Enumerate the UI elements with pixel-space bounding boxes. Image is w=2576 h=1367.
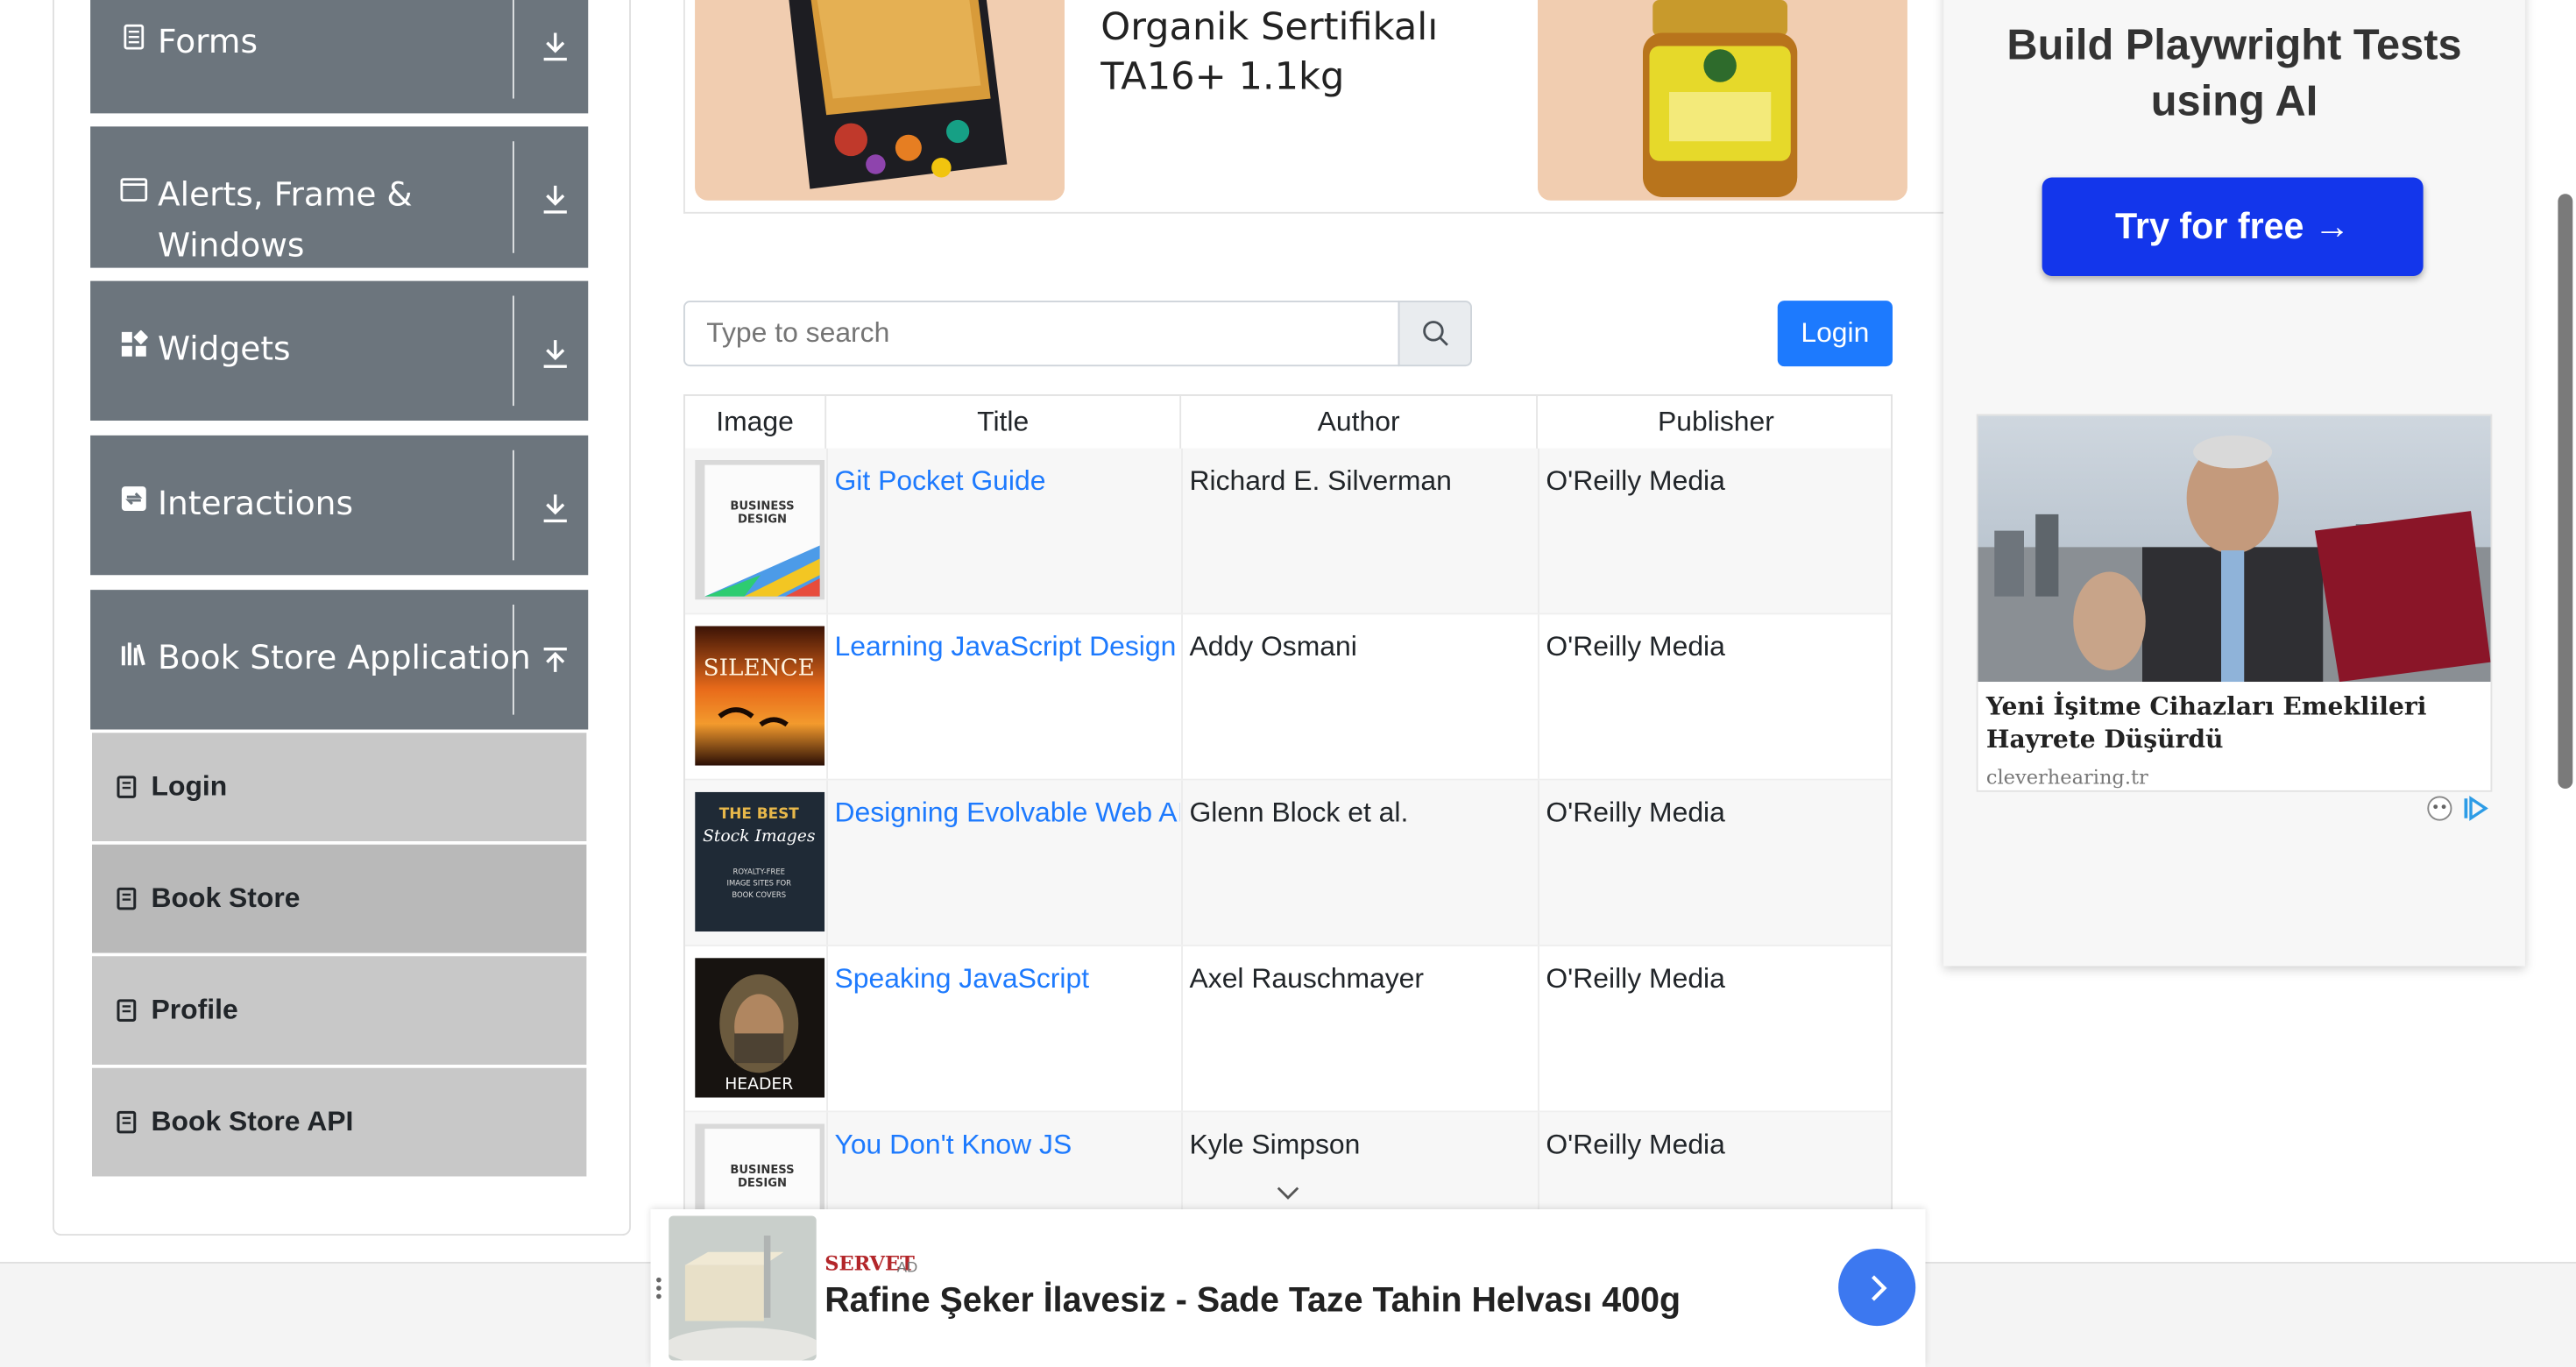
book-icon <box>117 999 137 1022</box>
download-arrow-icon <box>543 340 567 368</box>
book-title-link[interactable]: Git Pocket Guide <box>835 465 1180 499</box>
product-image-honeycomb[interactable] <box>695 0 1065 201</box>
sidebar-group-widgets[interactable]: Widgets <box>90 280 589 421</box>
svg-text:HEADER: HEADER <box>725 1075 793 1094</box>
book-title-link[interactable]: Learning JavaScript Design Patterns <box>835 631 1180 664</box>
sidebar-item-book-store[interactable]: Book Store <box>92 844 587 953</box>
download-arrow-icon <box>543 494 567 523</box>
svg-text:BOOK COVERS: BOOK COVERS <box>732 890 786 899</box>
window-icon <box>120 178 148 202</box>
book-title-link[interactable]: You Don't Know JS <box>835 1129 1180 1162</box>
library-icon <box>121 642 145 666</box>
ad-title[interactable]: Build Playwright Tests using AI <box>1971 17 2497 129</box>
ad-privacy-icon[interactable] <box>2425 794 2455 824</box>
svg-text:BUSINESS: BUSINESS <box>730 499 794 513</box>
book-icon <box>117 887 137 910</box>
sidebar-item-book-store-api[interactable]: Book Store API <box>92 1067 587 1177</box>
login-button[interactable]: Login <box>1777 301 1893 367</box>
column-header-author[interactable]: Author <box>1181 395 1538 449</box>
try-for-free-button[interactable]: Try for free → <box>2042 177 2424 276</box>
sidebar-item-label: Book Store API <box>151 1105 354 1137</box>
svg-text:BUSINESS: BUSINESS <box>730 1164 794 1177</box>
svg-text:ROYALTY-FREE: ROYALTY-FREE <box>733 868 785 876</box>
sidebar-group-forms[interactable]: Forms <box>90 0 589 114</box>
table-row: HEADER Speaking JavaScript Axel Rauschma… <box>684 946 1892 1113</box>
sidebar-item-label: Login <box>151 770 228 802</box>
ad-menu-icon[interactable] <box>654 1275 663 1301</box>
book-cover-image: BUSINESS DESIGN <box>695 460 825 600</box>
adchoices-icon[interactable] <box>2461 794 2491 824</box>
table-row: SILENCE Learning JavaScript Design Patte… <box>684 614 1892 781</box>
book-author: Richard E. Silverman <box>1189 464 1452 497</box>
product-image-honey-jar[interactable] <box>1538 0 1907 201</box>
sidebar-group-label: Widgets <box>158 329 291 368</box>
column-header-publisher[interactable]: Publisher <box>1538 396 1891 449</box>
svg-text:DESIGN: DESIGN <box>738 513 787 526</box>
sidebar-group-alerts[interactable]: Alerts, Frame & Windows <box>90 126 589 268</box>
book-icon <box>117 776 137 798</box>
ad-headline[interactable]: Yeni İşitme Cihazları Emeklileri Hayrete… <box>1986 691 2480 756</box>
product-title-line1: Organik Sertifikalı <box>1100 6 1439 50</box>
sidebar-group-label: Book Store Application <box>158 637 531 677</box>
chevron-down-icon[interactable] <box>1275 1183 1301 1203</box>
product-title[interactable]: Organik Sertifikalı TA16+ 1.1kg <box>1100 4 1438 103</box>
search-input[interactable] <box>683 301 1400 367</box>
sidebar-item-label: Book Store <box>151 882 301 914</box>
book-cover-image: SILENCE <box>695 626 825 766</box>
product-title-line2: TA16+ 1.1kg <box>1100 55 1345 99</box>
book-author: Addy Osmani <box>1189 631 1357 662</box>
book-publisher: O'Reilly Media <box>1546 464 1725 497</box>
sidebar-item-login[interactable]: Login <box>92 733 587 841</box>
column-header-title[interactable]: Title <box>826 395 1182 449</box>
sidebar-group-interactions[interactable]: Interactions <box>90 435 589 576</box>
svg-text:IMAGE SITES FOR: IMAGE SITES FOR <box>726 879 791 888</box>
book-title-link[interactable]: Speaking JavaScript <box>835 963 1180 996</box>
ad-photo[interactable] <box>1978 415 2491 683</box>
sidebar-group-label-line2: Windows <box>158 224 305 265</box>
bottom-ad-title[interactable]: Rafine Şeker İlavesiz - Sade Taze Tahin … <box>824 1282 1681 1321</box>
book-cover-image: THE BEST Stock Images ROYALTY-FREE IMAGE SI… <box>695 791 825 932</box>
book-publisher: O'Reilly Media <box>1546 1129 1725 1160</box>
interactions-icon <box>121 486 146 512</box>
book-title-link[interactable]: Designing Evolvable Web APIs with ASP.NE… <box>835 797 1180 830</box>
book-icon <box>117 1110 137 1134</box>
book-publisher: O'Reilly Media <box>1546 631 1725 662</box>
books-table: Image Title Author Publisher BUSINESS DES… <box>683 394 1893 1233</box>
svg-text:THE BEST: THE BEST <box>719 804 800 822</box>
ad-label: AD <box>896 1258 918 1275</box>
column-header-image[interactable]: Image <box>685 395 827 449</box>
book-cover-image: HEADER <box>695 958 825 1098</box>
upload-arrow-icon <box>543 647 567 672</box>
book-publisher: O'Reilly Media <box>1546 797 1725 828</box>
sidebar-item-profile[interactable]: Profile <box>92 956 587 1065</box>
sidebar-item-label: Profile <box>151 994 238 1025</box>
download-arrow-icon <box>543 185 567 214</box>
widgets-icon <box>121 329 148 357</box>
svg-text:SILENCE: SILENCE <box>704 655 815 682</box>
svg-text:Stock Images: Stock Images <box>703 827 816 846</box>
book-author: Kyle Simpson <box>1189 1129 1361 1160</box>
ad-domain[interactable]: cleverhearing.tr <box>1986 766 2148 789</box>
bottom-ad-image[interactable] <box>669 1215 817 1361</box>
sidebar-group-label: Interactions <box>158 483 354 523</box>
table-row: THE BEST Stock Images ROYALTY-FREE IMAGE SI… <box>684 780 1892 946</box>
svg-text:DESIGN: DESIGN <box>738 1177 787 1190</box>
book-publisher: O'Reilly Media <box>1546 962 1725 995</box>
form-icon <box>124 24 145 50</box>
sidebar-group-book-store-application[interactable]: Book Store Application <box>90 590 589 730</box>
scrollbar-thumb[interactable] <box>2558 194 2573 789</box>
book-author: Axel Rauschmayer <box>1189 962 1425 995</box>
search-icon <box>1422 321 1447 346</box>
download-arrow-icon <box>543 32 567 61</box>
search-button[interactable] <box>1398 301 1472 367</box>
sidebar-group-label: Forms <box>158 21 258 61</box>
bottom-ad-next-button[interactable] <box>1838 1249 1916 1327</box>
book-author: Glenn Block et al. <box>1189 797 1409 828</box>
sidebar-group-label: Alerts, Frame & <box>158 174 413 214</box>
table-row: BUSINESS DESIGN Git Pocket Guide Richard … <box>684 448 1892 615</box>
chevron-right-icon <box>1871 1274 1886 1300</box>
